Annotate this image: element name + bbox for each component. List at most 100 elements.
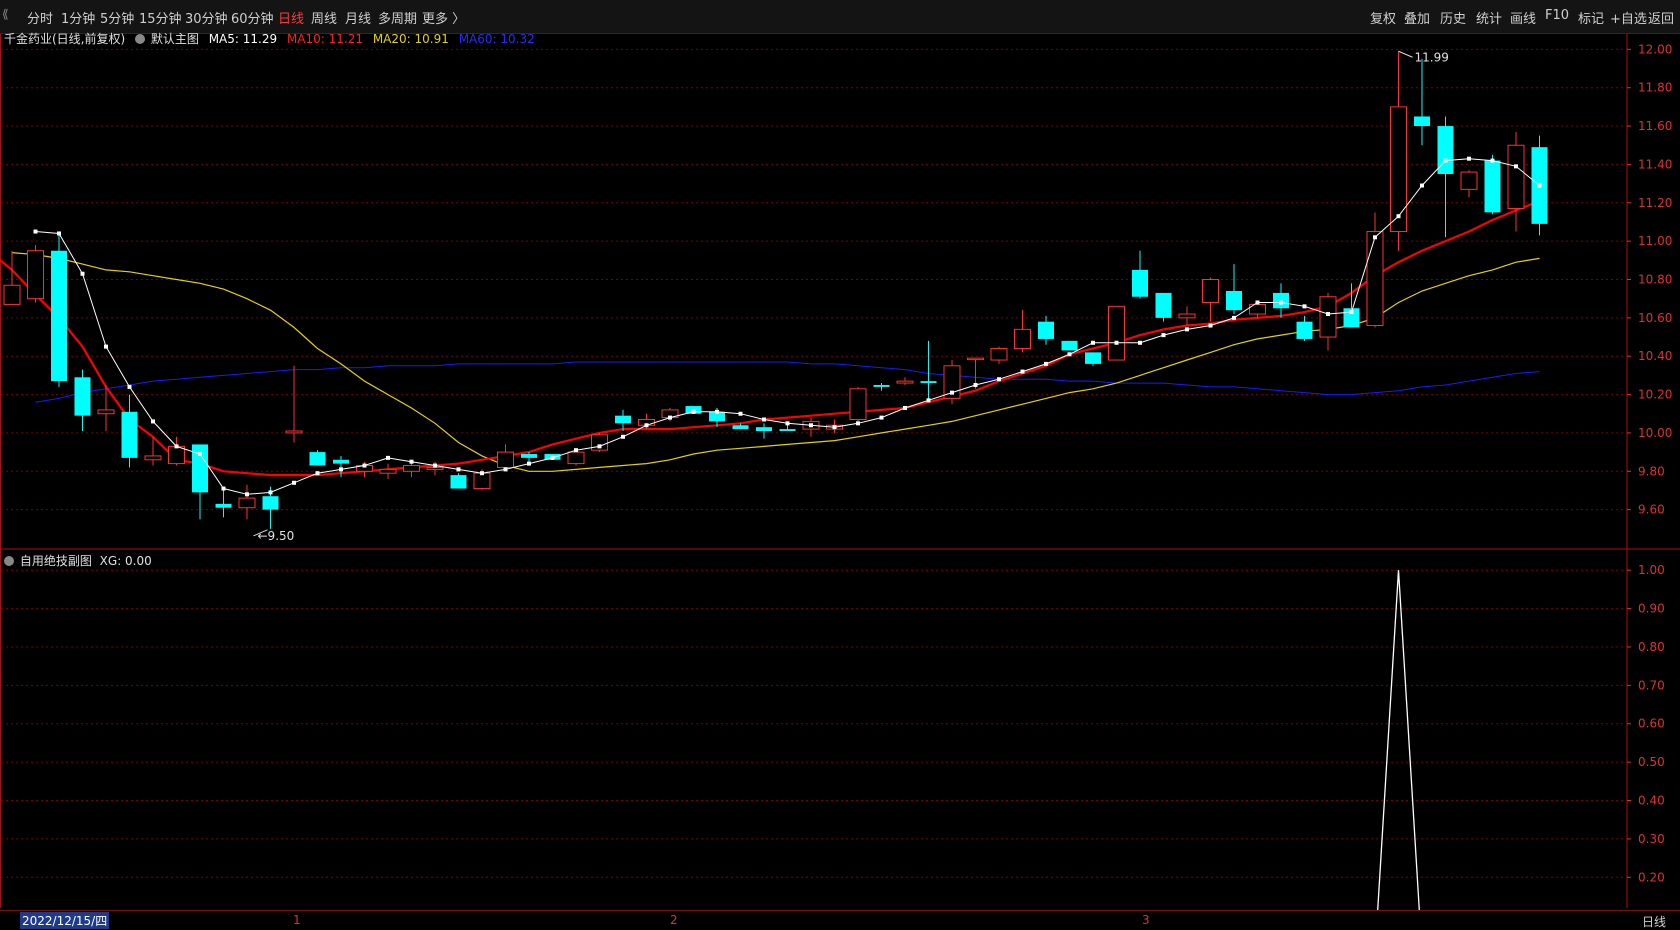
candle: [27, 244, 44, 303]
candle: [1414, 58, 1430, 146]
candle-body-up: [426, 466, 444, 470]
candle-body-down: [309, 452, 326, 466]
ma5-point: [574, 448, 578, 453]
candle: [3, 250, 21, 305]
main-y-tick-label: 9.80: [1638, 464, 1665, 478]
ma5-point: [57, 231, 61, 236]
candle: [309, 450, 326, 466]
ma5-point: [1161, 333, 1166, 338]
ma5-point: [386, 455, 390, 460]
ma5-point: [1044, 361, 1048, 366]
candle-body-down: [920, 381, 937, 384]
period-label: 日线: [1642, 915, 1667, 929]
ma5-point: [997, 377, 1001, 382]
candle: [615, 409, 631, 432]
candle-body-up: [1319, 296, 1337, 338]
candle-body-up: [168, 445, 185, 465]
candle: [1507, 131, 1525, 232]
main-y-tick-label: 12.00: [1638, 42, 1672, 56]
ma5-point: [1185, 327, 1189, 332]
month-label-3: 3: [1142, 913, 1150, 927]
candle-body-down: [615, 415, 631, 424]
main-y-tick-label: 10.40: [1638, 349, 1672, 363]
ma5-point: [809, 423, 813, 428]
ma5-point: [832, 425, 837, 430]
candle-body-up: [1507, 144, 1525, 210]
candle-body-down: [333, 459, 349, 464]
ma5-point: [433, 463, 437, 468]
legend-settings-icon[interactable]: [135, 34, 146, 44]
main-y-tick-label: 10.00: [1638, 426, 1672, 440]
ma5-point: [339, 467, 343, 472]
candle: [450, 473, 467, 489]
candle-body-up: [403, 465, 420, 472]
candle-body-up: [1390, 106, 1407, 233]
candle: [756, 423, 772, 439]
candle-body-up: [238, 497, 256, 509]
ma5-point: [315, 471, 320, 476]
candle-body-up: [1460, 171, 1478, 190]
ma5-point: [903, 405, 907, 410]
high-label: 11.99: [1415, 50, 1449, 64]
ma5-point: [221, 486, 226, 491]
ma5-point: [1208, 323, 1213, 328]
stock-title: 千金药业(日线,前复权): [4, 32, 126, 46]
ma5-point: [621, 434, 625, 439]
candle: [1484, 154, 1501, 215]
main-y-tick-label: 10.20: [1638, 388, 1672, 402]
low-label: ←9.50: [258, 529, 295, 543]
candle: [849, 386, 867, 422]
sub-settings-icon[interactable]: [4, 556, 14, 566]
ma5-point: [691, 409, 696, 414]
candle: [379, 463, 397, 479]
candle-body-down: [1484, 160, 1501, 213]
candle: [1366, 212, 1384, 328]
candle: [1155, 292, 1172, 322]
candle-body-up: [285, 430, 303, 434]
candle-body-up: [567, 451, 585, 465]
ma5-point: [1349, 310, 1354, 315]
candle: [1132, 250, 1148, 299]
main-y-tick-label: 11.40: [1638, 157, 1672, 171]
candle: [1202, 277, 1219, 322]
main-y-tick-label: 11.00: [1638, 234, 1672, 248]
candle-body-up: [1202, 278, 1219, 304]
candle: [1014, 310, 1031, 353]
ma5-point: [527, 461, 531, 466]
ma5-point: [1255, 300, 1260, 305]
month-label-1: 1: [293, 913, 301, 927]
candle-body-down: [873, 384, 890, 387]
ma5-point: [1114, 340, 1119, 345]
candle-body-up: [967, 357, 984, 361]
ma5-point: [1490, 158, 1495, 163]
candle-body-down: [74, 377, 91, 416]
ma5-point: [80, 271, 85, 276]
ma10-legend: MA10: 11.21: [286, 32, 363, 46]
candle-body-down: [51, 250, 67, 382]
ma5-point: [292, 480, 296, 485]
sub-title: 自用绝技副图: [19, 554, 92, 568]
ma5-point: [409, 459, 414, 464]
candle: [1061, 340, 1078, 351]
sub-y-tick-label: 0.20: [1638, 870, 1665, 884]
candle: [1319, 292, 1337, 351]
ma5-point: [503, 467, 508, 472]
candle: [51, 235, 67, 387]
candle: [285, 365, 303, 443]
kline-chart[interactable]: 12.0011.8011.6011.4011.2011.0010.8010.60…: [0, 0, 1680, 929]
ma5-point: [1232, 315, 1236, 320]
candle-body-up: [1366, 231, 1384, 327]
main-y-tick-label: 9.60: [1638, 503, 1665, 517]
ma5-point: [1396, 214, 1401, 219]
sub-y-tick-label: 0.80: [1638, 640, 1665, 654]
sub-y-tick-label: 1.00: [1638, 563, 1665, 577]
ma5-point: [1020, 369, 1025, 374]
ma5-point: [973, 382, 978, 387]
main-y-tick-label: 11.80: [1638, 81, 1672, 95]
candle-body-up: [3, 284, 21, 305]
sub-y-tick-label: 0.90: [1638, 602, 1665, 616]
candle: [238, 484, 256, 520]
candle-body-down: [1038, 321, 1054, 339]
ma5-point: [762, 417, 766, 422]
candle-body-down: [1155, 292, 1172, 318]
